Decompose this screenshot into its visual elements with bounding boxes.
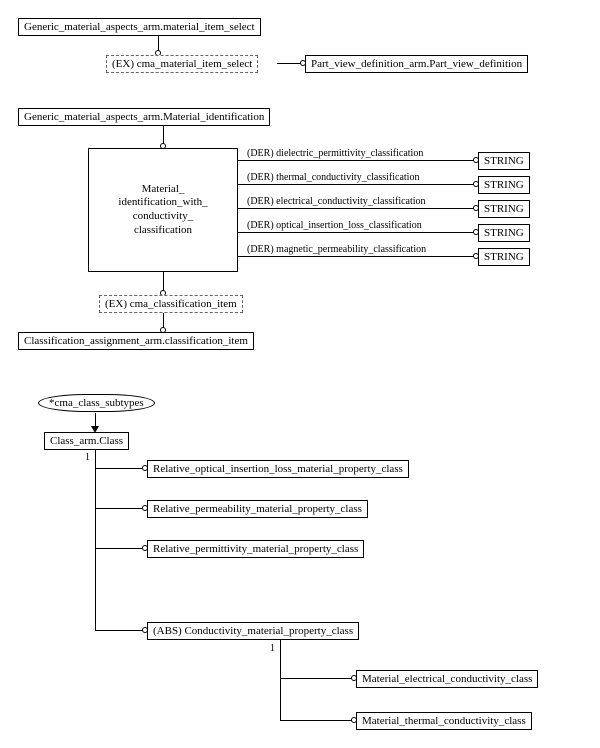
subclass-box: Relative_permittivity_material_property_… — [147, 540, 364, 558]
attr-label: (DER) magnetic_permeability_classificati… — [247, 244, 426, 255]
box-class-arm-class: Class_arm.Class — [44, 432, 129, 450]
one-label: 1 — [270, 643, 275, 654]
box-material-identification-with-conductivity: Material_ identification_with_ conductiv… — [88, 148, 238, 272]
subclass-box-abs-conductivity: (ABS) Conductivity_material_property_cla… — [147, 622, 359, 640]
box-material-identification: Generic_material_aspects_arm.Material_id… — [18, 108, 270, 126]
ex-box-cma-classification-item: (EX) cma_classification_item — [99, 295, 243, 313]
box-material-thermal-conductivity: Material_thermal_conductivity_class — [356, 712, 532, 730]
string-box: STRING — [478, 248, 530, 266]
subclass-box: Relative_optical_insertion_loss_material… — [147, 460, 409, 478]
one-label: 1 — [85, 452, 90, 463]
attr-label: (DER) thermal_conductivity_classificatio… — [247, 172, 419, 183]
string-box: STRING — [478, 224, 530, 242]
oval-cma-class-subtypes: *cma_class_subtypes — [38, 394, 155, 412]
string-box: STRING — [478, 200, 530, 218]
subclass-box: Relative_permeability_material_property_… — [147, 500, 368, 518]
main-box-text: Material_ identification_with_ conductiv… — [118, 183, 207, 238]
box-part-view-definition: Part_view_definition_arm.Part_view_defin… — [305, 55, 528, 73]
string-box: STRING — [478, 152, 530, 170]
attr-label: (DER) optical_insertion_loss_classificat… — [247, 220, 422, 231]
string-box: STRING — [478, 176, 530, 194]
box-material-item-select: Generic_material_aspects_arm.material_it… — [18, 18, 261, 36]
attr-label: (DER) electrical_conductivity_classifica… — [247, 196, 426, 207]
box-material-electrical-conductivity: Material_electrical_conductivity_class — [356, 670, 538, 688]
ex-box-cma-material-item-select: (EX) cma_material_item_select — [106, 55, 258, 73]
box-classification-assignment: Classification_assignment_arm.classifica… — [18, 332, 254, 350]
attr-label: (DER) dielectric_permittivity_classifica… — [247, 148, 423, 159]
